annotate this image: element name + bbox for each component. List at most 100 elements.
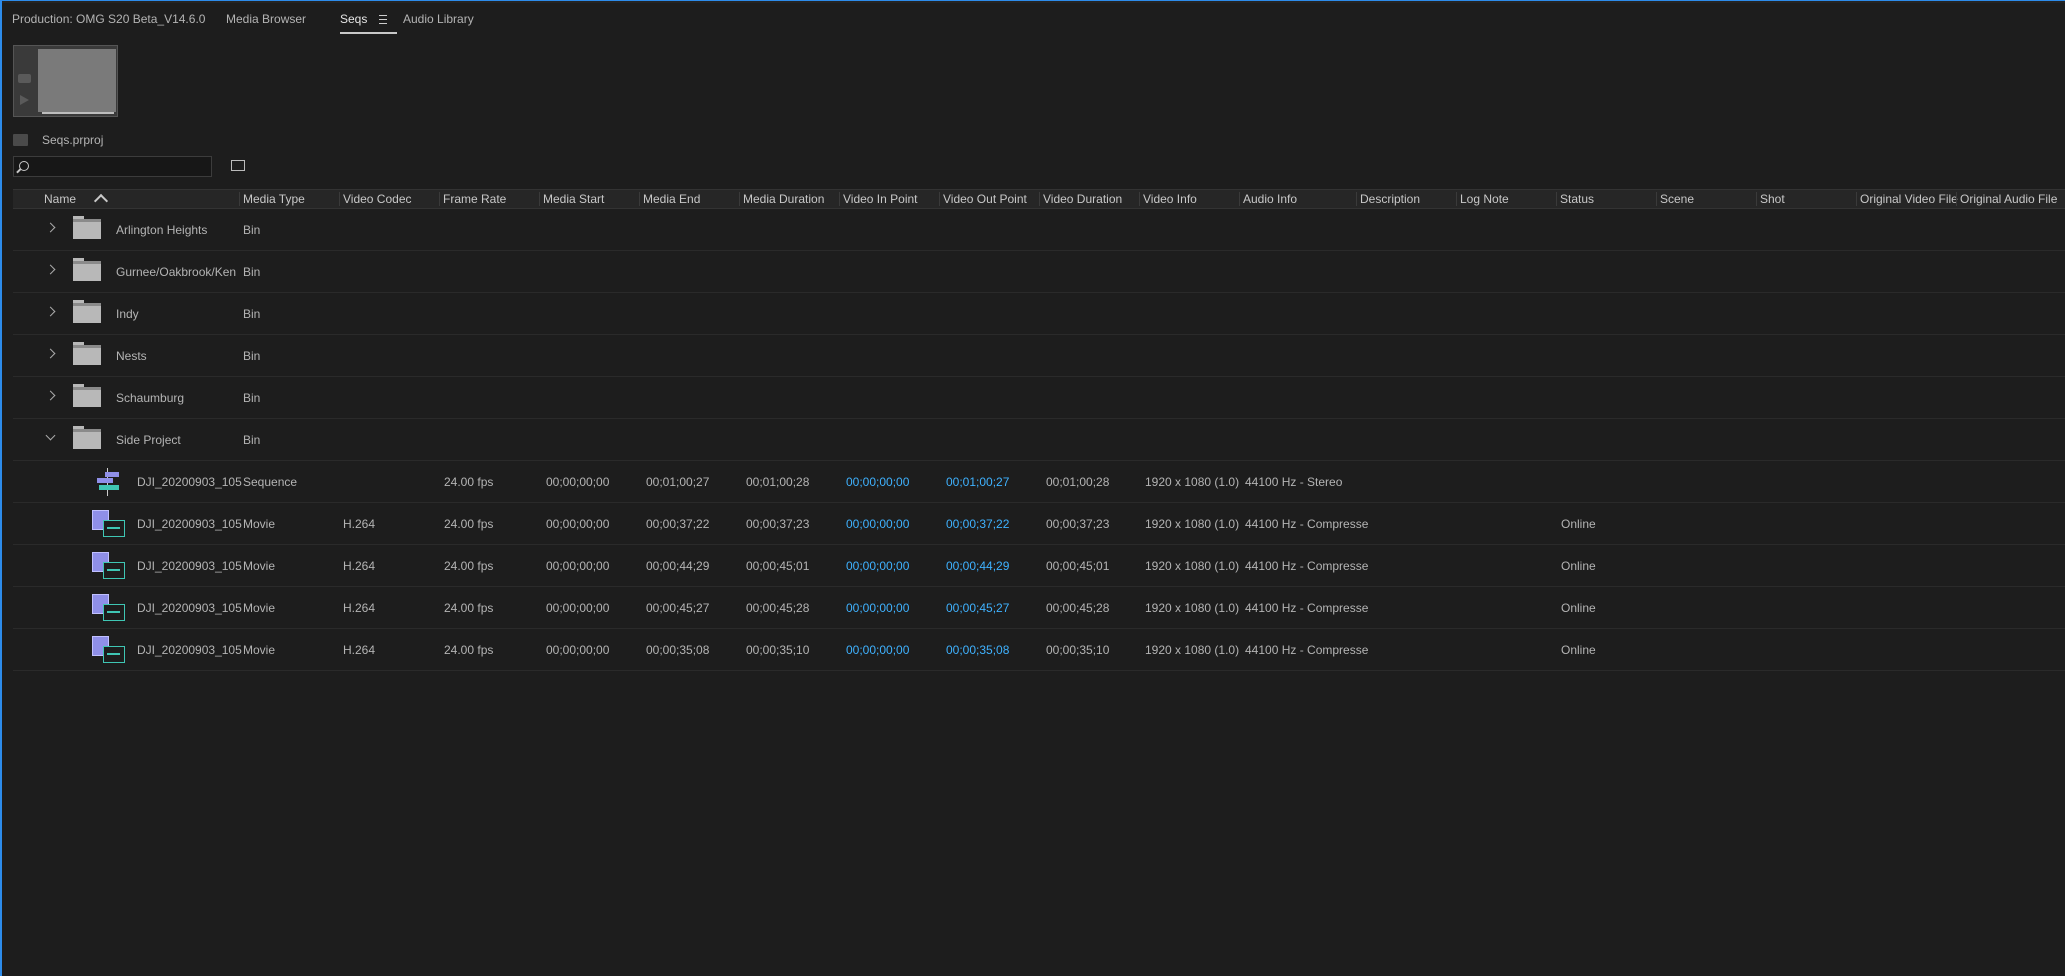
cell-video-in[interactable]: 00;00;00;00 [846,559,909,573]
column-divider[interactable] [339,192,340,206]
table-row[interactable]: Indy Bin [13,293,2065,335]
cell-audio-info: 44100 Hz - Stereo [1245,475,1343,489]
tab-seqs[interactable]: Seqs [340,12,397,34]
column-header-media-type[interactable]: Media Type [243,192,305,206]
table-row[interactable]: DJI_20200903_105 Movie H.264 24.00 fps 00;00… [13,545,2065,587]
column-divider[interactable] [739,192,740,206]
table-row[interactable]: Schaumburg Bin [13,377,2065,419]
movie-clip-icon [92,510,126,538]
column-header-name[interactable]: Name [44,192,76,206]
tab-production[interactable]: Production: OMG S20 Beta_V14.6.0 [12,12,205,26]
column-header-description[interactable]: Description [1360,192,1420,206]
table-row[interactable]: Side Project Bin [13,419,2065,461]
column-divider[interactable] [1139,192,1140,206]
cell-media-start: 00;00;00;00 [546,559,610,573]
cell-media-type: Movie [243,517,276,531]
column-divider[interactable] [1856,192,1857,206]
chevron-right-icon[interactable] [45,348,56,359]
sort-ascending-icon[interactable] [93,193,109,209]
column-header-original-video-file[interactable]: Original Video File [1860,192,1958,206]
cell-media-type: Movie [243,559,276,573]
cell-audio-info: 44100 Hz - Compresse [1245,643,1369,657]
cell-frame-rate: 24.00 fps [444,601,494,615]
column-header-scene[interactable]: Scene [1660,192,1694,206]
column-header-audio-info[interactable]: Audio Info [1243,192,1297,206]
column-divider[interactable] [1456,192,1457,206]
column-header-video-info[interactable]: Video Info [1143,192,1197,206]
table-row[interactable]: Arlington Heights Bin [13,209,2065,251]
column-divider[interactable] [1656,192,1657,206]
cell-video-in[interactable]: 00;00;00;00 [846,475,909,489]
table-row[interactable]: Nests Bin [13,335,2065,377]
table-row[interactable]: DJI_20200903_105 Sequence 24.00 fps 00;00;0… [13,461,2065,503]
new-search-bin-icon[interactable] [231,160,245,171]
column-divider[interactable] [1756,192,1757,206]
column-header-status[interactable]: Status [1560,192,1594,206]
column-divider[interactable] [939,192,940,206]
preview-scrub-bar[interactable] [42,112,114,114]
cell-media-start: 00;00;00;00 [546,601,610,615]
movie-clip-icon [92,636,126,664]
chevron-right-icon[interactable] [45,306,56,317]
cell-video-out[interactable]: 00;00;45;27 [946,601,1009,615]
cell-video-info: 1920 x 1080 (1.0) [1145,643,1240,657]
chevron-right-icon[interactable] [45,264,56,275]
cell-video-in[interactable]: 00;00;00;00 [846,643,909,657]
table-row[interactable]: DJI_20200903_105 Movie H.264 24.00 fps 00;00… [13,503,2065,545]
search-input[interactable] [34,158,208,177]
chevron-down-icon[interactable] [45,430,56,441]
tab-audio-library[interactable]: Audio Library [403,12,474,26]
item-name: DJI_20200903_105 [137,643,242,657]
panel-focus-border [0,0,2065,3]
cell-video-codec: H.264 [343,517,376,531]
column-divider[interactable] [839,192,840,206]
cell-audio-info: 44100 Hz - Compresse [1245,601,1369,615]
column-header-original-audio-file[interactable]: Original Audio File [1960,192,2057,206]
project-folder-icon[interactable] [13,134,28,146]
play-icon[interactable] [20,95,29,105]
project-path: Seqs.prproj [13,132,103,148]
column-header-log-note[interactable]: Log Note [1460,192,1509,206]
column-header-media-end[interactable]: Media End [643,192,700,206]
column-divider[interactable] [639,192,640,206]
cell-video-in[interactable]: 00;00;00;00 [846,601,909,615]
column-divider[interactable] [1239,192,1240,206]
column-divider[interactable] [1956,192,1957,206]
column-header-video-in-point[interactable]: Video In Point [843,192,918,206]
table-row[interactable]: DJI_20200903_105 Movie H.264 24.00 fps 00;00… [13,629,2065,671]
column-header-video-out-point[interactable]: Video Out Point [943,192,1027,206]
camera-icon[interactable] [18,74,31,83]
cell-video-out[interactable]: 00;00;35;08 [946,643,1009,657]
cell-audio-info: 44100 Hz - Compresse [1245,517,1369,531]
column-divider[interactable] [239,192,240,206]
column-header-video-codec[interactable]: Video Codec [343,192,412,206]
cell-video-out[interactable]: 00;00;37;22 [946,517,1009,531]
column-header-media-duration[interactable]: Media Duration [743,192,824,206]
search-box[interactable] [13,156,212,177]
column-header-shot[interactable]: Shot [1760,192,1785,206]
preview-frame [38,49,116,112]
chevron-right-icon[interactable] [45,390,56,401]
table-row[interactable]: DJI_20200903_105 Movie H.264 24.00 fps 00;00… [13,587,2065,629]
table-row[interactable]: Gurnee/Oakbrook/Ken Bin [13,251,2065,293]
column-divider[interactable] [1356,192,1357,206]
hamburger-menu-icon[interactable] [378,15,387,24]
folder-icon [73,342,101,365]
column-divider[interactable] [1039,192,1040,206]
column-header-media-start[interactable]: Media Start [543,192,604,206]
cell-video-out[interactable]: 00;01;00;27 [946,475,1009,489]
cell-video-out[interactable]: 00;00;44;29 [946,559,1009,573]
item-name: Gurnee/Oakbrook/Ken [116,265,237,279]
column-header-frame-rate[interactable]: Frame Rate [443,192,506,206]
project-name: Seqs.prproj [42,133,104,147]
preview-thumbnail[interactable] [13,45,118,117]
cell-media-type: Bin [243,391,261,405]
column-header-video-duration[interactable]: Video Duration [1043,192,1122,206]
column-divider[interactable] [1556,192,1557,206]
cell-video-in[interactable]: 00;00;00;00 [846,517,909,531]
column-divider[interactable] [539,192,540,206]
cell-media-type: Bin [243,307,261,321]
tab-media-browser[interactable]: Media Browser [226,12,306,26]
chevron-right-icon[interactable] [45,222,56,233]
column-divider[interactable] [439,192,440,206]
